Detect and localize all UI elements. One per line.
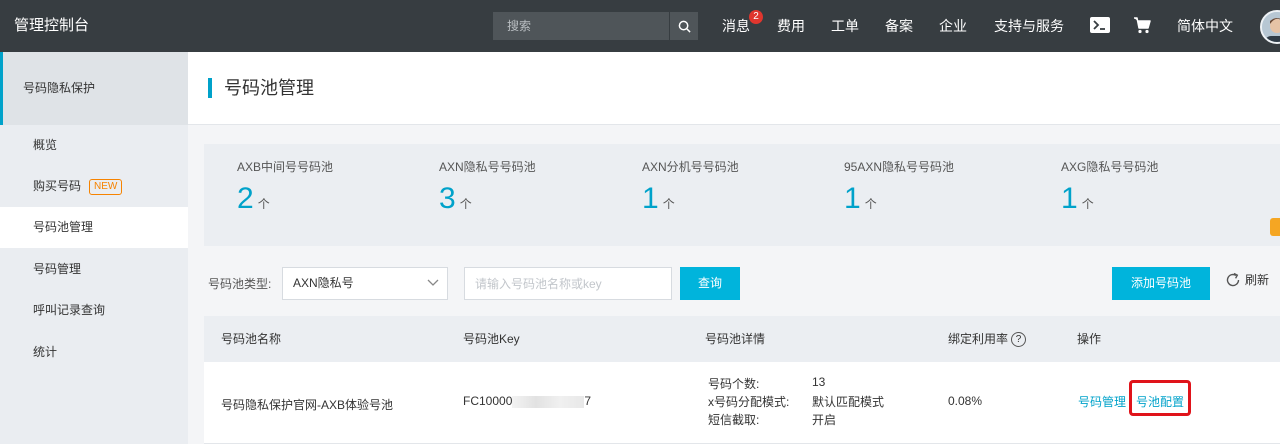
pool-search-input[interactable] xyxy=(464,267,672,300)
stat-label: AXB中间号号码池 xyxy=(237,160,334,174)
nav-enterprise[interactable]: 企业 xyxy=(939,0,967,52)
nav-tickets[interactable]: 工单 xyxy=(831,0,859,52)
sidebar-item-call-records[interactable]: 呼叫记录查询 xyxy=(0,290,188,331)
number-management-link[interactable]: 号码管理 xyxy=(1078,393,1126,410)
nav-billing[interactable]: 费用 xyxy=(777,0,805,52)
detail-value: 默认匹配模式 xyxy=(812,395,885,409)
sidebar-item-pool-management[interactable]: 号码池管理 xyxy=(0,207,188,248)
table-header: 号码池名称 号码池Key 号码池详情 绑定利用率? 操作 xyxy=(204,316,1280,362)
search-button[interactable] xyxy=(669,12,698,40)
messages-count-badge: 2 xyxy=(749,10,763,24)
terminal-button[interactable] xyxy=(1090,17,1110,36)
cart-icon xyxy=(1134,17,1151,34)
sidebar-item-number-management[interactable]: 号码管理 xyxy=(0,249,188,290)
redacted-blur xyxy=(512,395,585,408)
language-switch[interactable]: 简体中文 xyxy=(1177,0,1233,52)
stat-label: 95AXN隐私号号码池 xyxy=(844,160,955,174)
sidebar-item-buy-numbers[interactable]: 购买号码 NEW xyxy=(0,166,188,207)
sidebar-item-overview[interactable]: 概览 xyxy=(0,125,188,166)
add-pool-button[interactable]: 添加号码池 xyxy=(1112,267,1210,300)
nav-messages[interactable]: 消息 xyxy=(722,0,750,52)
query-button[interactable]: 查询 xyxy=(680,267,740,300)
column-header: 号码池名称 xyxy=(221,332,282,346)
detail-value: 开启 xyxy=(812,413,837,427)
utilization-cell: 0.08% xyxy=(948,394,983,408)
sidebar-item-label: 号码池管理 xyxy=(33,220,94,234)
terminal-icon xyxy=(1090,17,1110,33)
refresh-button[interactable]: 刷新 xyxy=(1225,271,1269,288)
pool-type-label: 号码池类型: xyxy=(208,277,272,291)
detail-label: 号码个数: xyxy=(708,377,760,391)
stat-value: 2个 xyxy=(237,182,270,215)
detail-label: 短信截取: xyxy=(708,413,760,427)
sidebar-item-label: 概览 xyxy=(33,138,58,152)
stat-value: 3个 xyxy=(439,182,472,215)
column-header: 号码池详情 xyxy=(705,332,766,346)
pool-table: 号码池名称 号码池Key 号码池详情 绑定利用率? 操作 号码隐私保护官网-AX… xyxy=(204,316,1280,444)
nav-icp[interactable]: 备案 xyxy=(885,0,913,52)
table-row: 号码隐私保护官网-AXB体验号池 FC10000 7 号码个数: 13 x号码分配… xyxy=(204,362,1280,444)
page-title: 号码池管理 xyxy=(224,78,314,98)
sidebar-item-label: 呼叫记录查询 xyxy=(33,303,106,317)
nav-messages-label: 消息 xyxy=(722,18,750,34)
floating-feedback-tab[interactable] xyxy=(1270,218,1280,236)
stat-label: AXN分机号号码池 xyxy=(642,160,739,174)
cart-button[interactable] xyxy=(1133,17,1151,37)
column-header: 绑定利用率 xyxy=(948,332,1009,346)
search-box[interactable] xyxy=(493,12,698,40)
sidebar-product-header[interactable]: 号码隐私保护 xyxy=(0,52,188,125)
pool-stats-panel: AXB中间号号码池 2个 AXN隐私号号码池 3个 AXN分机号号码池 1个 9… xyxy=(204,144,1280,246)
title-accent-bar xyxy=(208,78,212,98)
detail-value: 13 xyxy=(812,375,826,389)
refresh-icon xyxy=(1226,272,1240,286)
avatar[interactable] xyxy=(1260,10,1280,44)
sidebar-item-label: 购买号码 xyxy=(33,179,82,193)
nav-support[interactable]: 支持与服务 xyxy=(994,0,1064,52)
search-input[interactable] xyxy=(493,12,669,40)
stat-value: 1个 xyxy=(642,182,675,215)
page-header: 号码池管理 xyxy=(188,52,1280,125)
new-badge: NEW xyxy=(89,178,123,195)
main-content: 号码池管理 AXB中间号号码池 2个 AXN隐私号号码池 3个 AXN分机号号码… xyxy=(188,52,1280,444)
help-icon[interactable]: ? xyxy=(1011,332,1027,348)
sidebar-item-label: 统计 xyxy=(33,345,58,359)
column-header: 操作 xyxy=(1077,332,1102,346)
search-icon xyxy=(678,20,691,33)
stat-label: AXG隐私号号码池 xyxy=(1061,160,1159,174)
pool-key-suffix: 7 xyxy=(584,394,592,408)
stat-label: AXN隐私号号码池 xyxy=(439,160,536,174)
refresh-label: 刷新 xyxy=(1245,273,1270,287)
highlight-annotation xyxy=(1129,380,1191,416)
column-header-utilization: 绑定利用率? xyxy=(948,316,1027,362)
sidebar-item-statistics[interactable]: 统计 xyxy=(0,332,188,373)
sidebar: 号码隐私保护 概览 购买号码 NEW 号码池管理 号码管理 呼叫记录查询 统计 xyxy=(0,52,188,444)
column-header: 号码池Key xyxy=(463,332,520,346)
chevron-down-icon xyxy=(427,279,439,286)
detail-label: x号码分配模式: xyxy=(708,395,790,409)
sidebar-product-title: 号码隐私保护 xyxy=(23,81,96,95)
avatar-image xyxy=(1262,12,1280,42)
stat-value: 1个 xyxy=(1061,182,1094,215)
pool-key-cell: FC10000 7 xyxy=(463,394,591,408)
sidebar-item-label: 号码管理 xyxy=(33,262,82,276)
pool-type-value: AXN隐私号 xyxy=(293,276,354,290)
pool-type-select[interactable]: AXN隐私号 xyxy=(282,267,448,300)
top-bar: 管理控制台 消息 2 费用 工单 备案 企业 支持与服务 简体中文 xyxy=(0,0,1280,52)
pool-key-prefix: FC10000 xyxy=(463,394,513,408)
pool-name-cell: 号码隐私保护官网-AXB体验号池 xyxy=(221,398,394,412)
stat-value: 1个 xyxy=(844,182,877,215)
console-brand[interactable]: 管理控制台 xyxy=(14,0,89,52)
